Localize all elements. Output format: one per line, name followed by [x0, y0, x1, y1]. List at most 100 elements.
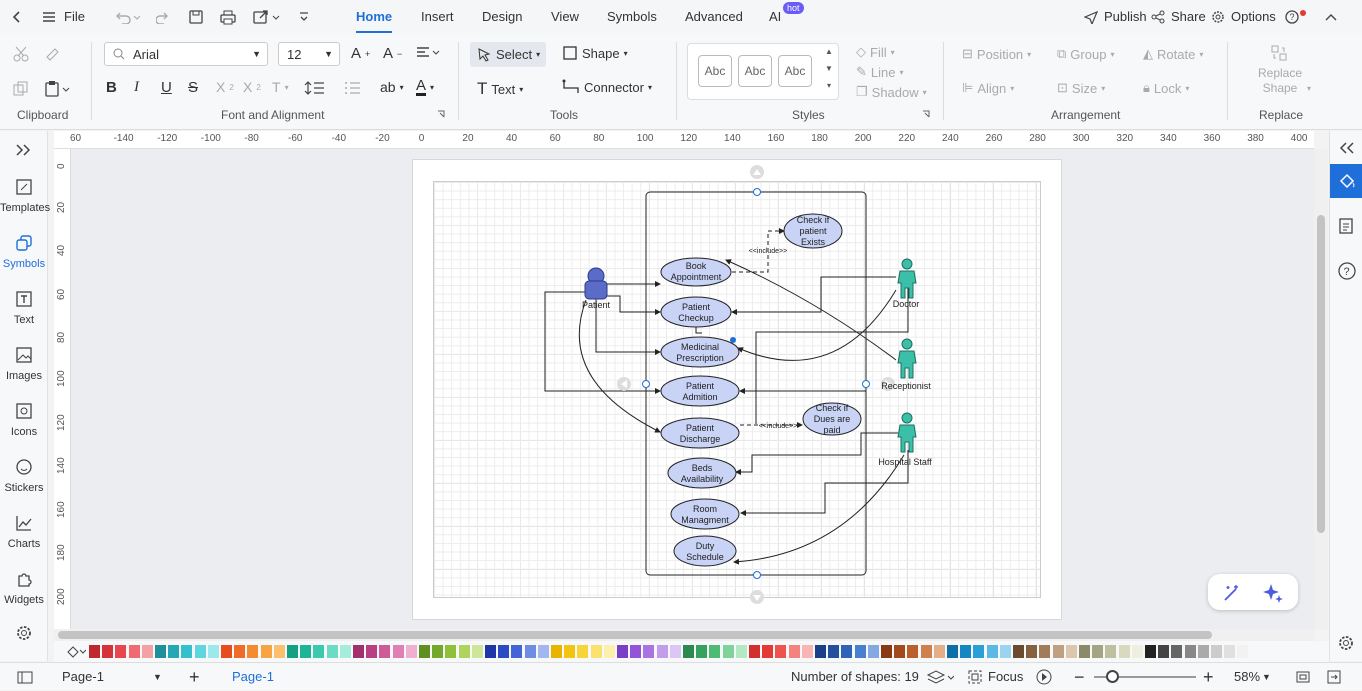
color-swatch[interactable]	[577, 645, 589, 658]
color-swatch[interactable]	[709, 645, 721, 658]
actor-doctor[interactable]	[897, 258, 917, 299]
color-swatch[interactable]	[801, 645, 813, 658]
color-swatch[interactable]	[749, 645, 760, 658]
page-layout-icon[interactable]	[16, 663, 34, 691]
color-swatch[interactable]	[1079, 645, 1090, 658]
color-swatch[interactable]	[947, 645, 958, 658]
color-swatch[interactable]	[775, 645, 787, 658]
color-swatch[interactable]	[894, 645, 906, 658]
color-swatch[interactable]	[458, 645, 470, 658]
color-swatch[interactable]	[102, 645, 114, 658]
color-swatch[interactable]	[471, 645, 483, 658]
color-swatch[interactable]	[485, 645, 496, 658]
color-swatch[interactable]	[986, 645, 998, 658]
color-swatch[interactable]	[590, 645, 602, 658]
page-tab-active[interactable]: Page-1	[232, 663, 274, 691]
color-swatch[interactable]	[669, 645, 681, 658]
color-swatch[interactable]	[366, 645, 378, 658]
color-swatch[interactable]	[115, 645, 127, 658]
color-swatch[interactable]	[1039, 645, 1051, 658]
color-swatch[interactable]	[247, 645, 259, 658]
color-swatch[interactable]	[392, 645, 404, 658]
color-swatch[interactable]	[683, 645, 694, 658]
zoom-level[interactable]: 58%	[1234, 663, 1260, 691]
color-swatch[interactable]	[1197, 645, 1209, 658]
color-swatch[interactable]	[405, 645, 417, 658]
color-swatch[interactable]	[300, 645, 312, 658]
color-swatch[interactable]	[603, 645, 615, 658]
color-swatch[interactable]	[630, 645, 642, 658]
color-swatch[interactable]	[828, 645, 840, 658]
color-swatch[interactable]	[960, 645, 972, 658]
color-swatch[interactable]	[907, 645, 919, 658]
color-swatch[interactable]	[656, 645, 668, 658]
color-swatch[interactable]	[1105, 645, 1117, 658]
color-swatch[interactable]	[841, 645, 853, 658]
color-swatch[interactable]	[1224, 645, 1236, 658]
scroll-thumb[interactable]	[58, 631, 1212, 639]
color-swatch[interactable]	[419, 645, 430, 658]
color-swatch[interactable]	[1211, 645, 1222, 658]
color-swatch[interactable]	[1184, 645, 1196, 658]
ai-wand-icon[interactable]	[1222, 583, 1242, 603]
chevron-down-icon[interactable]: ▼	[1262, 663, 1271, 691]
color-swatch[interactable]	[1052, 645, 1064, 658]
color-swatch[interactable]	[432, 645, 444, 658]
color-swatch[interactable]	[537, 645, 549, 658]
color-swatch[interactable]	[155, 645, 166, 658]
color-swatch[interactable]	[1092, 645, 1104, 658]
color-swatch[interactable]	[445, 645, 457, 658]
color-swatch[interactable]	[920, 645, 932, 658]
layers-icon[interactable]	[926, 663, 954, 691]
color-swatch[interactable]	[128, 645, 140, 658]
color-swatch[interactable]	[221, 645, 232, 658]
color-swatch[interactable]	[973, 645, 985, 658]
color-swatch[interactable]	[379, 645, 391, 658]
color-swatch[interactable]	[498, 645, 510, 658]
color-swatch[interactable]	[1131, 645, 1143, 658]
zoom-slider-thumb[interactable]	[1106, 670, 1119, 683]
color-swatch[interactable]	[696, 645, 708, 658]
color-swatch[interactable]	[353, 645, 364, 658]
color-swatch[interactable]	[867, 645, 879, 658]
page-select[interactable]: Page-1	[62, 663, 104, 691]
color-swatch[interactable]	[326, 645, 338, 658]
fullscreen-icon[interactable]	[1326, 663, 1342, 691]
color-swatch[interactable]	[181, 645, 193, 658]
scroll-thumb[interactable]	[1317, 215, 1325, 533]
focus-button[interactable]: Focus	[968, 663, 1023, 691]
vertical-scrollbar[interactable]	[1314, 149, 1328, 629]
color-swatch[interactable]	[735, 645, 747, 658]
zoom-in-icon[interactable]: +	[1203, 663, 1214, 691]
color-swatch[interactable]	[788, 645, 800, 658]
actor-patient[interactable]	[584, 267, 608, 300]
color-swatch[interactable]	[815, 645, 826, 658]
zoom-out-icon[interactable]: −	[1074, 663, 1085, 691]
fit-page-icon[interactable]	[1295, 663, 1311, 691]
chevron-down-icon[interactable]: ▼	[153, 663, 162, 691]
color-swatch[interactable]	[234, 645, 246, 658]
color-swatch[interactable]	[89, 645, 100, 658]
add-page-icon[interactable]: +	[189, 663, 200, 691]
fill-color-icon[interactable]	[66, 644, 86, 658]
horizontal-scrollbar[interactable]	[54, 629, 1314, 641]
color-swatch[interactable]	[1145, 645, 1156, 658]
color-swatch[interactable]	[287, 645, 298, 658]
color-swatch[interactable]	[1237, 645, 1249, 658]
color-swatch[interactable]	[141, 645, 153, 658]
color-swatch[interactable]	[1013, 645, 1024, 658]
color-swatch[interactable]	[881, 645, 892, 658]
actor-hospital-staff[interactable]	[897, 412, 917, 453]
play-icon[interactable]	[1036, 663, 1052, 691]
color-swatch[interactable]	[854, 645, 866, 658]
color-swatch[interactable]	[207, 645, 219, 658]
color-swatch[interactable]	[722, 645, 734, 658]
color-swatch[interactable]	[1171, 645, 1183, 658]
color-swatch[interactable]	[260, 645, 272, 658]
color-swatch[interactable]	[1026, 645, 1038, 658]
ai-sparkle-icon[interactable]	[1262, 582, 1284, 604]
color-swatch[interactable]	[999, 645, 1011, 658]
color-swatch[interactable]	[933, 645, 945, 658]
color-swatch[interactable]	[643, 645, 655, 658]
color-swatch[interactable]	[168, 645, 180, 658]
